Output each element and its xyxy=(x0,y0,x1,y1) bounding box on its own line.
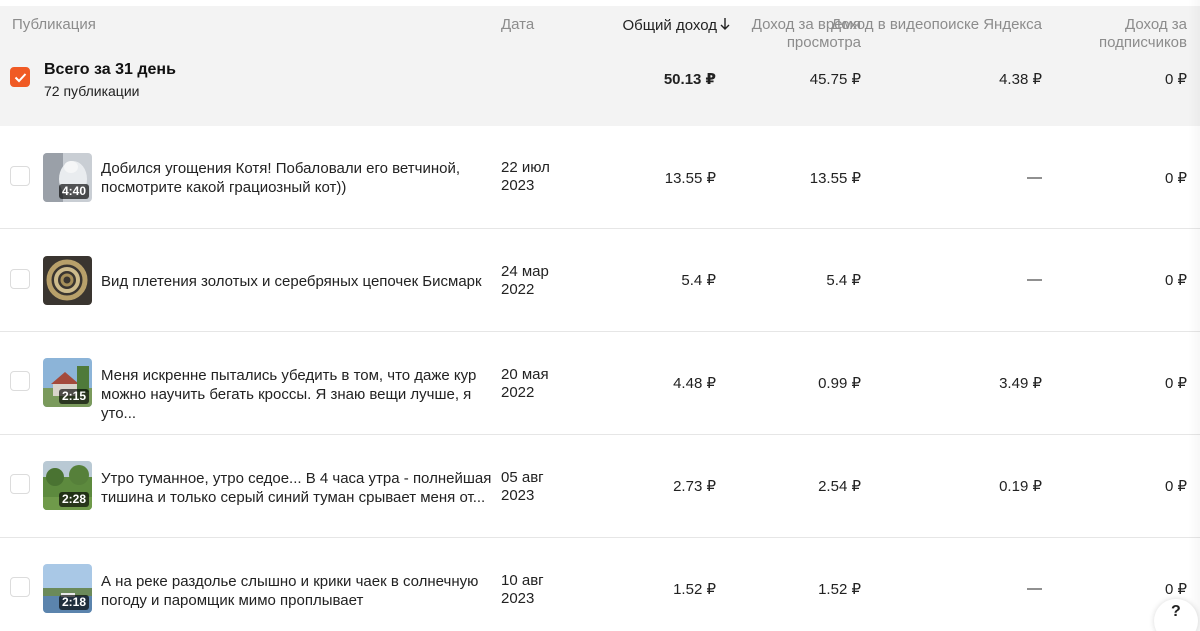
row-checkbox[interactable] xyxy=(10,577,30,597)
video-thumbnail[interactable]: 2:15 xyxy=(43,358,92,407)
total-income: 13.55 ₽ xyxy=(664,170,716,187)
publication-title[interactable]: Вид плетения золотых и серебряных цепоче… xyxy=(101,272,493,291)
publication-date: 10 авг 2023 xyxy=(501,572,571,608)
publication-title[interactable]: Добился угощения Котя! Побаловали его ве… xyxy=(101,159,493,197)
table-header: Публикация Дата Общий доход Доход за вре… xyxy=(0,6,1200,60)
video-thumbnail[interactable]: 4:40 xyxy=(43,153,92,202)
date-day: 22 июл xyxy=(501,159,550,176)
date-day: 10 авг xyxy=(501,572,544,589)
help-label: ? xyxy=(1171,603,1181,620)
total-income: 1.52 ₽ xyxy=(673,581,716,598)
column-header-publication[interactable]: Публикация xyxy=(12,16,96,34)
stats-table: Публикация Дата Общий доход Доход за вре… xyxy=(0,0,1200,631)
publication-date: 22 июл 2023 xyxy=(501,159,571,195)
scroll-edge xyxy=(1188,0,1200,631)
watch-income: 5.4 ₽ xyxy=(826,272,861,289)
watch-income: 1.52 ₽ xyxy=(818,581,861,598)
row-checkbox[interactable] xyxy=(10,269,30,289)
video-thumbnail[interactable] xyxy=(43,256,92,305)
chain-thumbnail-image xyxy=(43,256,92,305)
video-duration: 2:15 xyxy=(58,389,89,404)
summary-title: Всего за 31 день xyxy=(44,61,176,78)
publication-date: 24 мар 2022 xyxy=(501,263,571,299)
video-duration: 4:40 xyxy=(58,184,89,199)
date-year: 2023 xyxy=(501,590,535,607)
table-row[interactable]: Вид плетения золотых и серебряных цепоче… xyxy=(0,229,1200,332)
subs-income: 0 ₽ xyxy=(1164,375,1187,392)
column-header-date[interactable]: Дата xyxy=(501,16,534,34)
date-day: 24 мар xyxy=(501,263,549,280)
search-income: 3.49 ₽ xyxy=(999,375,1042,392)
row-checkbox[interactable] xyxy=(10,474,30,494)
row-checkbox[interactable] xyxy=(10,371,30,391)
subs-income: 0 ₽ xyxy=(1164,272,1187,289)
search-income: — xyxy=(1027,169,1042,186)
publication-date: 20 мая 2022 xyxy=(501,366,571,402)
search-income: 0.19 ₽ xyxy=(999,478,1042,495)
search-income: — xyxy=(1027,271,1042,288)
summary-row: Всего за 31 день 72 публикации 50.13 ₽ 4… xyxy=(0,60,1200,126)
video-thumbnail[interactable]: 2:28 xyxy=(43,461,92,510)
check-icon xyxy=(14,73,27,83)
column-header-search-income[interactable]: Доход в видеопоиске Яндекса xyxy=(822,16,1042,34)
subs-income: 0 ₽ xyxy=(1164,478,1187,495)
summary-subs-income: 0 ₽ xyxy=(1164,71,1187,88)
subs-income: 0 ₽ xyxy=(1164,170,1187,187)
video-thumbnail[interactable]: 2:18 xyxy=(43,564,92,613)
date-year: 2023 xyxy=(501,487,535,504)
video-duration: 2:18 xyxy=(58,595,89,610)
date-year: 2022 xyxy=(501,281,535,298)
subs-income: 0 ₽ xyxy=(1164,581,1187,598)
total-income: 4.48 ₽ xyxy=(673,375,716,392)
watch-income: 0.99 ₽ xyxy=(818,375,861,392)
total-income: 5.4 ₽ xyxy=(681,272,716,289)
watch-income: 2.54 ₽ xyxy=(818,478,861,495)
summary-count: 72 публикации xyxy=(44,83,140,99)
table-row[interactable]: 2:28 Утро туманное, утро седое... В 4 ча… xyxy=(0,435,1200,538)
total-income: 2.73 ₽ xyxy=(673,478,716,495)
select-all-checkbox[interactable] xyxy=(10,67,30,87)
table-row[interactable]: 2:18 А на реке раздолье слышно и крики ч… xyxy=(0,538,1200,631)
watch-income: 13.55 ₽ xyxy=(809,170,861,187)
date-year: 2023 xyxy=(501,177,535,194)
publication-title[interactable]: Меня искренне пытались убедить в том, чт… xyxy=(101,366,493,423)
date-day: 20 мая xyxy=(501,366,549,383)
date-day: 05 авг xyxy=(501,469,544,486)
publication-date: 05 авг 2023 xyxy=(501,469,571,505)
table-row[interactable]: 4:40 Добился угощения Котя! Побаловали е… xyxy=(0,126,1200,229)
summary-watch-income: 45.75 ₽ xyxy=(809,71,861,88)
publication-title[interactable]: А на реке раздолье слышно и крики чаек в… xyxy=(101,572,493,610)
row-checkbox[interactable] xyxy=(10,166,30,186)
video-duration: 2:28 xyxy=(58,492,89,507)
search-income: — xyxy=(1027,580,1042,597)
summary-search-income: 4.38 ₽ xyxy=(999,71,1042,88)
table-row[interactable]: 2:15 Меня искренне пытались убедить в то… xyxy=(0,332,1200,435)
date-year: 2022 xyxy=(501,384,535,401)
publication-title[interactable]: Утро туманное, утро седое... В 4 часа ут… xyxy=(101,469,493,507)
summary-total-income: 50.13 ₽ xyxy=(663,71,716,88)
column-header-subs-income[interactable]: Доход за подписчиков xyxy=(1057,16,1187,52)
